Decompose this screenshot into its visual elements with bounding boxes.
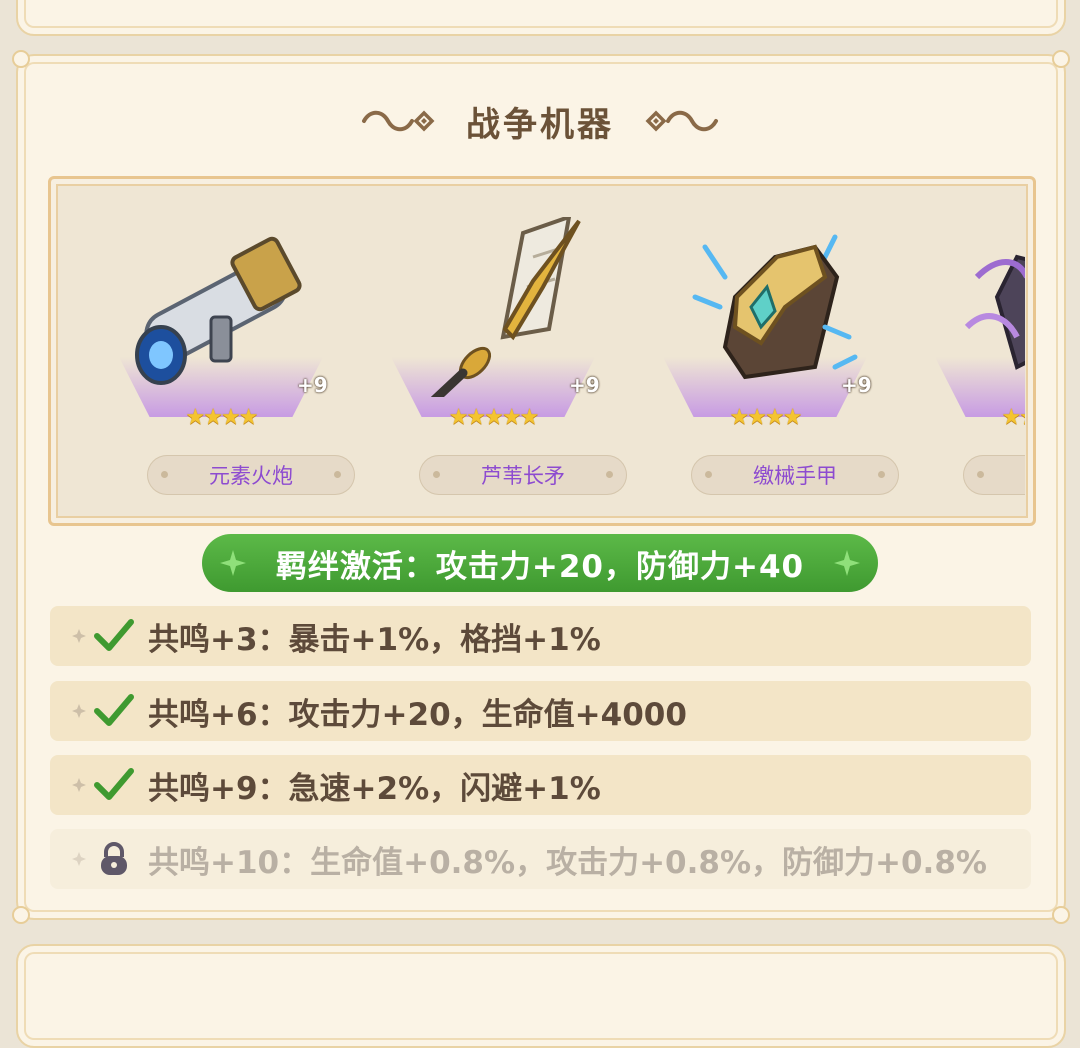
section-title: 战争机器 (466, 104, 614, 145)
rarity-stars: ★★★★ (729, 405, 803, 430)
equipment-card-gauntlet[interactable]: ★★★★ +9 缴械手甲 (645, 187, 899, 515)
rarity-stars: ★★★★★ (448, 405, 540, 430)
plate-rivet (705, 471, 712, 478)
diamond-bullet-icon (72, 778, 86, 792)
enhance-level: +9 (569, 373, 600, 397)
plate-rivet (977, 471, 984, 478)
cannon-icon (135, 236, 302, 385)
enhance-level: +9 (297, 373, 328, 397)
resonance-row: 共鸣+9：急速+2%，闪避+1% (50, 755, 1031, 815)
equipment-name: 缴械手甲 (753, 464, 837, 488)
plate-rivet (433, 471, 440, 478)
resonance-text: 共鸣+9：急速+2%，闪避+1% (148, 770, 601, 807)
right-ornament-icon (645, 110, 718, 132)
equipment-name-plate: 灾厄 (963, 455, 1025, 495)
bond-text: 羁绊激活：攻击力+20，防御力+40 (275, 548, 805, 585)
resonance-row: 共鸣+6：攻击力+20，生命值+4000 (50, 681, 1031, 741)
resonance-row: 共鸣+3：暴击+1%，格挡+1% (50, 606, 1031, 666)
resonance-text: 共鸣+6：攻击力+20，生命值+4000 (148, 696, 687, 733)
plate-rivet (161, 471, 168, 478)
resonance-text: 共鸣+3：暴击+1%，格挡+1% (148, 621, 601, 658)
bond-activated-banner: 羁绊激活：攻击力+20，防御力+40 (202, 534, 878, 592)
sparkle-icon (834, 550, 860, 576)
equipment-carousel[interactable]: ★★★★ +9 元素火炮 ★★★★★ +9 芦苇长矛 ★★★★ +9 缴械手甲 … (48, 176, 1036, 526)
next-panel (16, 944, 1066, 1048)
corner-ornament (1052, 50, 1070, 68)
lock-icon (94, 841, 134, 877)
check-icon (94, 618, 134, 654)
corner-ornament (12, 50, 30, 68)
plate-rivet (878, 471, 885, 478)
resonance-text: 共鸣+10：生命值+0.8%，攻击力+0.8%，防御力+0.8% (148, 844, 987, 881)
resonance-row-locked: 共鸣+10：生命值+0.8%，攻击力+0.8%，防御力+0.8% (50, 829, 1031, 889)
equipment-card-cannon[interactable]: ★★★★ +9 元素火炮 (101, 187, 355, 515)
rarity-stars: ★★★★ (185, 405, 259, 430)
plate-rivet (606, 471, 613, 478)
equipment-card-partial[interactable]: ★★★★ 灾厄 (917, 187, 1025, 515)
corner-ornament (1052, 906, 1070, 924)
previous-panel (16, 0, 1066, 36)
check-icon (94, 693, 134, 729)
rarity-stars: ★★★★ (1001, 405, 1025, 430)
left-ornament-icon (362, 110, 435, 132)
diamond-bullet-icon (72, 704, 86, 718)
spear-icon (430, 217, 581, 397)
diamond-bullet-icon (72, 629, 86, 643)
equipment-name-plate: 缴械手甲 (691, 455, 899, 495)
plate-rivet (334, 471, 341, 478)
enhance-level: +9 (841, 373, 872, 397)
equipment-name: 元素火炮 (209, 464, 293, 488)
section-header: 战争机器 (0, 96, 1080, 146)
diamond-bullet-icon (72, 852, 86, 866)
corner-ornament (12, 906, 30, 924)
equipment-name-plate: 元素火炮 (147, 455, 355, 495)
equipment-name: 芦苇长矛 (481, 464, 565, 488)
equipment-name-plate: 芦苇长矛 (419, 455, 627, 495)
sparkle-icon (220, 550, 246, 576)
shield-icon (964, 254, 1025, 370)
check-icon (94, 767, 134, 803)
gauntlet-icon (692, 234, 858, 380)
equipment-card-spear[interactable]: ★★★★★ +9 芦苇长矛 (373, 187, 627, 515)
